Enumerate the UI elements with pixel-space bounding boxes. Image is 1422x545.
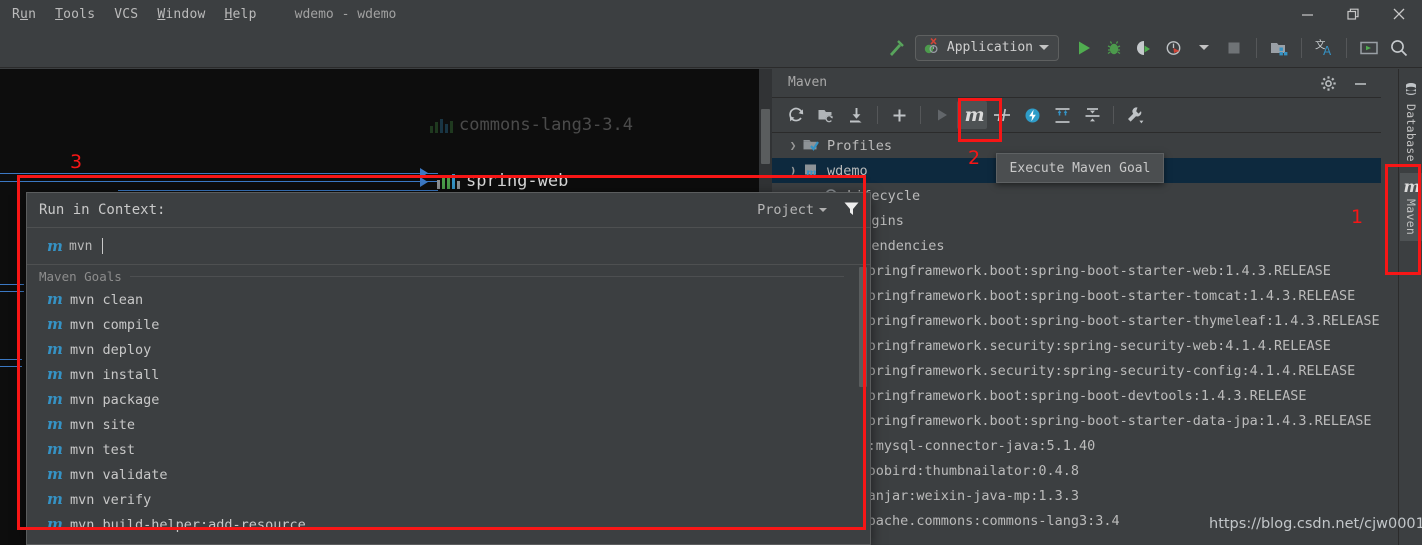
- annotation-number-1: 1: [1351, 206, 1364, 228]
- title-bar: Run Tools VCS Window Help wdemo - wdemo: [0, 0, 1422, 28]
- search-icon[interactable]: [1384, 33, 1414, 63]
- tree-label: org.springframework.boot:spring-boot-sta…: [827, 262, 1331, 279]
- tree-label: Profiles: [827, 137, 893, 154]
- reimport-button[interactable]: [781, 101, 811, 129]
- editor-scrollbar[interactable]: [761, 109, 770, 164]
- annotation-number-3: 3: [70, 151, 83, 173]
- diagram-node[interactable]: commons-lang3-3.4: [430, 115, 633, 135]
- menu-vcs[interactable]: VCS: [114, 7, 138, 22]
- tree-label: org.springframework.boot:spring-boot-sta…: [827, 312, 1380, 329]
- hammer-icon[interactable]: [881, 33, 911, 63]
- toolbar-actions: Application 文 A: [881, 28, 1414, 67]
- expand-all-button[interactable]: [1047, 101, 1077, 129]
- close-icon[interactable]: [1376, 0, 1422, 28]
- chevron-down-icon: [1039, 45, 1049, 50]
- ide-window: Run Tools VCS Window Help wdemo - wdemo: [0, 0, 1422, 545]
- menu-help[interactable]: Help: [225, 7, 257, 22]
- right-tool-window-stripe: Database m Maven: [1398, 69, 1422, 545]
- maven-toolbar-divider: [1113, 106, 1114, 124]
- chevron-right-icon[interactable]: ❯: [783, 139, 803, 152]
- download-sources-button[interactable]: [841, 101, 871, 129]
- terminal-button[interactable]: [1354, 33, 1384, 63]
- tree-label: org.springframework.boot:spring-boot-sta…: [827, 287, 1356, 304]
- tree-label: org.springframework.boot:spring-boot-sta…: [827, 412, 1372, 429]
- maven-toolbar: m: [772, 98, 1381, 133]
- maven-settings-wrench-button[interactable]: [1120, 101, 1150, 129]
- diagram-edge: [0, 173, 438, 174]
- run-configuration-label: Application: [946, 40, 1033, 55]
- minimize-icon[interactable]: [1284, 0, 1330, 28]
- generate-sources-button[interactable]: [811, 101, 841, 129]
- menu-tools[interactable]: Tools: [55, 7, 95, 22]
- toolbar-divider: [1301, 37, 1302, 58]
- maven-toolbar-divider: [920, 106, 921, 124]
- dependency-bars-icon: [430, 118, 453, 133]
- chevron-down-icon: [1199, 45, 1209, 50]
- stop-button[interactable]: [1219, 33, 1249, 63]
- run-with-coverage-button[interactable]: [1129, 33, 1159, 63]
- svg-text:A: A: [1323, 44, 1332, 58]
- translate-button[interactable]: 文 A: [1309, 33, 1339, 63]
- toolbar-divider: [1346, 37, 1347, 58]
- maven-panel-header-actions: [1317, 72, 1371, 94]
- tree-label: org.springframework.boot:spring-boot-dev…: [827, 387, 1307, 404]
- run-button[interactable]: [1069, 33, 1099, 63]
- toolbar-divider: [1256, 37, 1257, 58]
- add-maven-project-button[interactable]: [884, 101, 914, 129]
- collapse-all-button[interactable]: [1077, 101, 1107, 129]
- tooltip-execute-maven-goal: Execute Maven Goal: [996, 153, 1164, 183]
- profile-button[interactable]: [1159, 33, 1189, 63]
- tooltip-text: Execute Maven Goal: [1009, 160, 1151, 176]
- stripe-tab-database[interactable]: Database: [1400, 75, 1422, 168]
- main-menu: Run Tools VCS Window Help: [0, 7, 257, 22]
- menu-run[interactable]: Run: [12, 7, 36, 22]
- window-controls: [1284, 0, 1422, 28]
- maven-panel-header: Maven: [772, 69, 1381, 98]
- restore-icon[interactable]: [1330, 0, 1376, 28]
- main-toolbar: Application 文 A: [0, 28, 1422, 68]
- annotation-number-2: 2: [968, 147, 981, 169]
- annotation-box-3: [17, 175, 866, 530]
- diagram-node-label: commons-lang3-3.4: [459, 115, 633, 135]
- profiles-icon: [803, 138, 823, 153]
- maven-panel-title: Maven: [788, 75, 828, 90]
- gear-icon[interactable]: [1317, 72, 1339, 94]
- run-build-button: [927, 101, 957, 129]
- toggle-offline-mode-button[interactable]: [1017, 101, 1047, 129]
- stripe-tab-label: Database: [1404, 104, 1418, 162]
- application-config-icon: [923, 37, 941, 59]
- maven-toolbar-divider: [877, 106, 878, 124]
- tree-label: org.springframework.security:spring-secu…: [827, 337, 1331, 354]
- tree-label: org.springframework.security:spring-secu…: [827, 362, 1356, 379]
- window-title: wdemo - wdemo: [294, 6, 397, 22]
- annotation-box-1: [1385, 164, 1421, 275]
- hide-panel-button[interactable]: [1349, 72, 1371, 94]
- project-structure-button[interactable]: [1264, 33, 1294, 63]
- menu-window[interactable]: Window: [157, 7, 205, 22]
- annotation-box-2: [958, 98, 1002, 142]
- run-configuration-selector[interactable]: Application: [914, 34, 1059, 61]
- profile-dropdown-arrow[interactable]: [1189, 33, 1219, 63]
- debug-button[interactable]: [1099, 33, 1129, 63]
- database-icon: [1404, 81, 1418, 100]
- watermark-url: https://blog.csdn.net/cjw0001: [1209, 516, 1422, 532]
